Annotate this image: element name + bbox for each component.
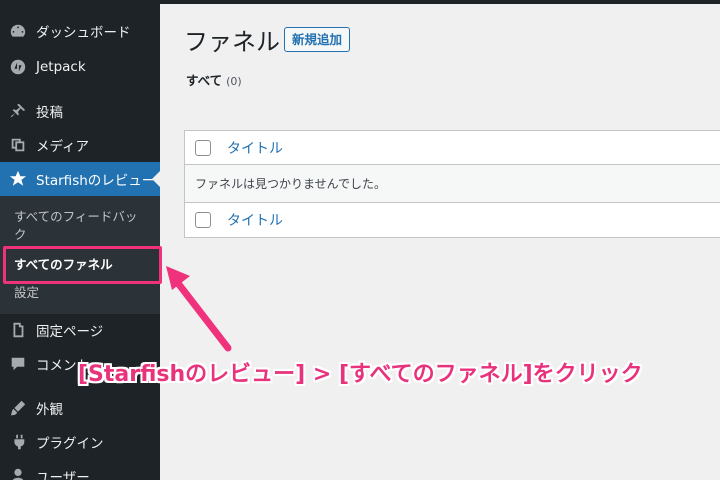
admin-bar-edge <box>160 0 720 4</box>
main-content: ファネル 新規追加 すべて (0) タイトル ファネルは見つかりませんでした。 … <box>160 0 720 480</box>
annotation-callout: [Starfishのレビュー] > [すべてのファネル]をクリック <box>78 362 643 387</box>
sidebar-item-users[interactable]: ユーザー <box>0 459 160 480</box>
sidebar-item-label: Starfishのレビュー <box>36 173 156 189</box>
admin-sidebar: ダッシュボード Jetpack 投稿 メディア Starfishのレビュー すべ… <box>0 0 160 480</box>
user-icon <box>0 467 36 480</box>
sidebar-item-label: ダッシュボード <box>36 25 131 41</box>
submenu-item-all-feedback-wrap[interactable]: ク <box>14 226 27 244</box>
empty-message: ファネルは見つかりませんでした。 <box>195 177 387 191</box>
table-empty-row: ファネルは見つかりませんでした。 <box>185 165 720 203</box>
plugin-icon <box>0 433 36 451</box>
sidebar-item-label: 外観 <box>36 402 63 418</box>
select-all-checkbox[interactable] <box>195 139 211 156</box>
sidebar-item-label: 投稿 <box>36 105 63 121</box>
annotation-arrow <box>166 266 232 352</box>
media-icon <box>0 136 36 154</box>
sidebar-item-label: メディア <box>36 139 90 155</box>
sidebar-item-label: ユーザー <box>36 470 90 480</box>
comment-icon <box>0 355 36 373</box>
sidebar-item-label: Jetpack <box>36 59 86 75</box>
pin-icon <box>0 102 36 120</box>
sidebar-item-label: 固定ページ <box>36 324 104 340</box>
title-column-footer[interactable]: タイトル <box>227 210 283 230</box>
sidebar-item-starfish-review[interactable]: Starfishのレビュー <box>0 162 160 196</box>
table-header-row: タイトル <box>185 131 720 165</box>
filter-all-label: すべて <box>186 73 223 88</box>
sidebar-item-posts[interactable]: 投稿 <box>0 94 160 128</box>
page-icon <box>0 321 36 339</box>
sidebar-item-media[interactable]: メディア <box>0 128 160 162</box>
dashboard-icon <box>0 22 36 40</box>
jetpack-icon <box>0 58 36 76</box>
filter-all[interactable]: すべて (0) <box>186 70 242 89</box>
annotation-highlight-box <box>3 246 162 284</box>
sidebar-item-plugins[interactable]: プラグイン <box>0 425 160 459</box>
filter-all-count: (0) <box>226 75 242 88</box>
sidebar-item-dashboard[interactable]: ダッシュボード <box>0 14 160 48</box>
submenu-item-all-feedback[interactable]: すべてのフィードバッ <box>14 208 137 226</box>
sidebar-item-jetpack[interactable]: Jetpack <box>0 50 160 84</box>
table-footer-row: タイトル <box>185 203 720 237</box>
page-title: ファネル <box>184 28 280 56</box>
active-indicator <box>152 171 160 187</box>
star-icon <box>0 170 36 188</box>
sidebar-item-pages[interactable]: 固定ページ <box>0 313 160 347</box>
select-all-checkbox-footer[interactable] <box>195 212 211 228</box>
sidebar-item-label: プラグイン <box>36 436 104 452</box>
appearance-icon <box>0 399 36 417</box>
submenu-item-settings[interactable]: 設定 <box>14 284 39 302</box>
add-new-button[interactable]: 新規追加 <box>284 27 351 52</box>
sidebar-item-appearance[interactable]: 外観 <box>0 391 160 425</box>
title-column-header[interactable]: タイトル <box>227 138 283 158</box>
funnels-table: タイトル ファネルは見つかりませんでした。 タイトル <box>184 130 720 238</box>
